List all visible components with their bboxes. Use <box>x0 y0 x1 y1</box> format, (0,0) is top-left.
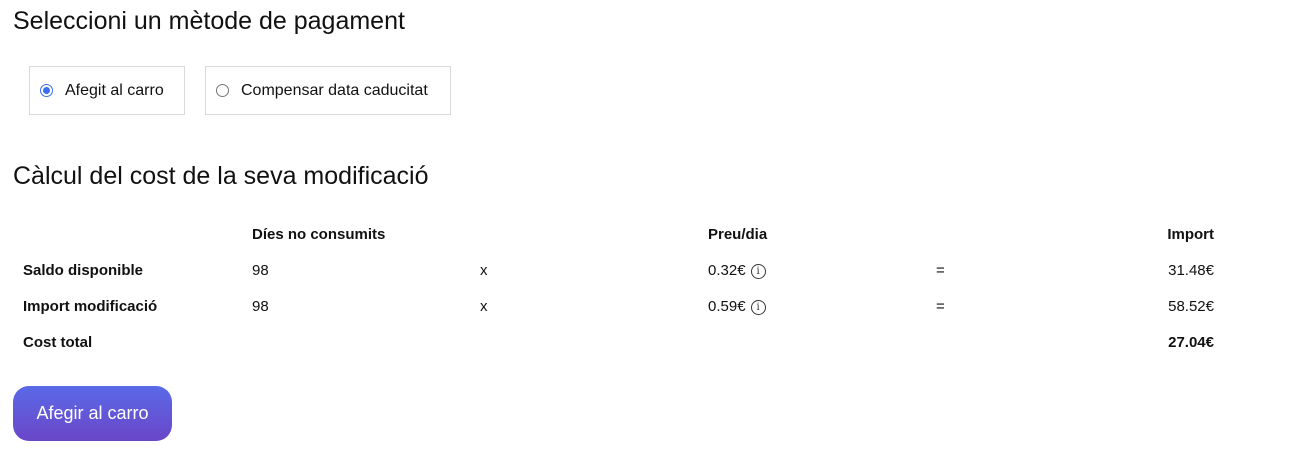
payment-page: Seleccioni un mètode de pagament Afegit … <box>0 0 1290 451</box>
equals-sign: = <box>936 298 945 315</box>
price-value: 0.59€ <box>708 298 746 315</box>
days-value: 98 <box>252 298 269 315</box>
row-label: Import modificació <box>23 298 158 315</box>
equals-sign: = <box>936 262 945 279</box>
column-header-days: Díes no consumits <box>252 226 386 243</box>
price-cell: 0.59€ i <box>708 298 766 316</box>
price-value: 0.32€ <box>708 262 746 279</box>
radio-button-unselected[interactable] <box>216 84 229 97</box>
price-cell: 0.32€ i <box>708 262 766 280</box>
add-to-cart-button[interactable]: Afegir al carro <box>13 386 172 441</box>
amount-value: 58.52€ <box>1168 298 1214 315</box>
info-icon[interactable]: i <box>750 264 766 279</box>
payment-option-label: Afegit al carro <box>65 81 164 99</box>
multiply-sign: x <box>480 298 488 315</box>
radio-button-selected[interactable] <box>40 84 53 97</box>
multiply-sign: x <box>480 262 488 279</box>
cost-calculation-title: Càlcul del cost de la seva modificació <box>13 162 429 190</box>
column-header-price: Preu/dia <box>708 226 768 243</box>
column-header-amount: Import <box>1167 226 1214 243</box>
payment-option-label: Compensar data caducitat <box>241 81 428 99</box>
amount-value: 31.48€ <box>1168 262 1214 279</box>
payment-option-compensate-expiry[interactable]: Compensar data caducitat <box>205 66 451 115</box>
total-amount: 27.04€ <box>1168 334 1214 351</box>
info-icon[interactable]: i <box>750 300 766 315</box>
payment-method-title: Seleccioni un mètode de pagament <box>13 7 405 35</box>
total-label: Cost total <box>23 334 93 351</box>
row-label: Saldo disponible <box>23 262 144 279</box>
payment-option-add-to-cart[interactable]: Afegit al carro <box>29 66 185 115</box>
days-value: 98 <box>252 262 269 279</box>
